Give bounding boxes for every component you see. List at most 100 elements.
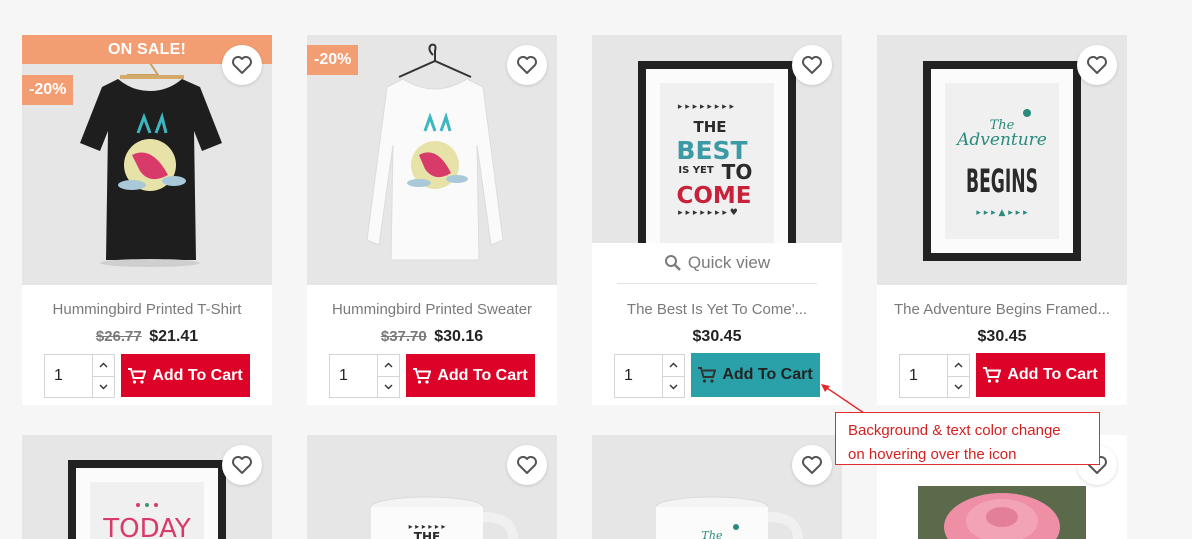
quantity-increase-button[interactable] [378, 355, 399, 377]
quantity-field[interactable]: 1 [900, 355, 948, 397]
product-price: $30.45 [692, 328, 742, 345]
add-to-cart-label: Add To Cart [437, 366, 528, 384]
product-card: -20% Hummingbird Printed Sweater $37.70 … [307, 35, 557, 405]
product-card: ▸ ▸ ▸ ▸ ▸ ▸ THE [307, 435, 557, 539]
svg-text:▸ ▸ ▸ ▸ ▸ ▸ ▸ ♥: ▸ ▸ ▸ ▸ ▸ ▸ ▸ ♥ [678, 208, 738, 218]
product-info: The Adventure Begins Framed... $30.45 1 … [877, 285, 1127, 405]
regular-price: $37.70 [380, 328, 427, 345]
quantity-decrease-button[interactable] [378, 377, 399, 398]
poster-text: THE [693, 118, 726, 136]
chevron-down-icon [669, 384, 678, 390]
product-card: ON SALE! -20% Hummingbird Printed T-Shir… [22, 35, 272, 405]
quantity-field[interactable]: 1 [615, 355, 663, 397]
poster-text: BEGINS [966, 162, 1038, 200]
heart-icon [232, 456, 252, 474]
add-to-cart-button[interactable]: Add To Cart [406, 354, 535, 397]
add-to-cart-button[interactable]: Add To Cart [976, 353, 1105, 397]
annotation-callout: Background & text color change on hoveri… [835, 412, 1100, 465]
svg-text:▸ ▸ ▸ ▸ ▸ ▸ ▸ ▸: ▸ ▸ ▸ ▸ ▸ ▸ ▸ ▸ [678, 102, 735, 112]
wishlist-button[interactable] [507, 445, 547, 485]
chevron-down-icon [954, 384, 963, 390]
chevron-up-icon [669, 362, 678, 368]
poster-text: Adventure [955, 130, 1047, 150]
quantity-decrease-button[interactable] [948, 377, 969, 398]
product-card: TODAY [22, 435, 272, 539]
quantity-decrease-button[interactable] [93, 377, 114, 398]
chevron-up-icon [384, 362, 393, 368]
quantity-field[interactable]: 1 [45, 355, 93, 397]
product-price: $30.16 [434, 328, 484, 345]
product-info: Quick view The Best Is Yet To Come'... $… [592, 243, 842, 405]
product-info: Hummingbird Printed Sweater $37.70 $30.1… [307, 285, 557, 405]
discount-badge: -20% [307, 45, 359, 75]
quantity-spinner [377, 355, 399, 397]
product-prices: $30.45 [877, 328, 1127, 346]
poster-text: TODAY [102, 514, 191, 539]
quick-view-inner: Quick view [617, 243, 817, 284]
wishlist-button[interactable] [222, 45, 262, 85]
heart-icon [802, 56, 822, 74]
quantity-spinner [947, 355, 969, 397]
chevron-up-icon [954, 362, 963, 368]
product-name[interactable]: The Best Is Yet To Come'... [592, 301, 842, 318]
product-info: Hummingbird Printed T-Shirt $26.77 $21.4… [22, 285, 272, 405]
svg-text:▸ ▸ ▸ ▲ ▸ ▸ ▸: ▸ ▸ ▸ ▲ ▸ ▸ ▸ [976, 208, 1028, 218]
poster-text: IS YET [678, 165, 713, 176]
product-image[interactable]: The Adventure BEGINS ▸ ▸ ▸ ▲ ▸ ▸ ▸ [877, 35, 1127, 285]
wishlist-button[interactable] [792, 45, 832, 85]
quantity-increase-button[interactable] [663, 355, 684, 377]
heart-icon [517, 56, 537, 74]
quantity-increase-button[interactable] [93, 355, 114, 377]
product-name[interactable]: The Adventure Begins Framed... [877, 301, 1127, 318]
quantity-decrease-button[interactable] [663, 377, 684, 398]
product-card: ▸ ▸ ▸ ▸ ▸ ▸ ▸ ▸ THE BEST IS YET TO COME … [592, 35, 842, 405]
chevron-up-icon [99, 362, 108, 368]
annotation-line: Background & text color change [848, 422, 1061, 439]
add-to-cart-label: Add To Cart [722, 366, 813, 383]
poster-text: TO [722, 160, 753, 184]
product-image[interactable]: ▸ ▸ ▸ ▸ ▸ ▸ THE [307, 435, 557, 539]
cart-icon [413, 367, 432, 384]
wishlist-button[interactable] [222, 445, 262, 485]
product-card: The Adventure BEGINS ▸ ▸ ▸ ▲ ▸ ▸ ▸ The A… [877, 35, 1127, 405]
product-prices: $37.70 $30.16 [307, 328, 557, 346]
quantity-field[interactable]: 1 [330, 355, 378, 397]
heart-icon [802, 456, 822, 474]
heart-icon [232, 56, 252, 74]
quantity-stepper[interactable]: 1 [329, 354, 400, 398]
add-to-cart-button[interactable]: Add To Cart [121, 354, 250, 397]
chevron-down-icon [99, 384, 108, 390]
product-price: $21.41 [149, 328, 199, 345]
wishlist-button[interactable] [792, 445, 832, 485]
add-to-cart-label: Add To Cart [1007, 366, 1098, 383]
quick-view-button[interactable]: Quick view [592, 243, 842, 285]
search-icon [664, 255, 681, 271]
add-to-cart-label: Add To Cart [152, 366, 243, 384]
cart-icon [128, 367, 147, 384]
product-image[interactable]: TODAY [22, 435, 272, 539]
heart-icon [1087, 56, 1107, 74]
quantity-spinner [92, 355, 114, 397]
product-image[interactable]: ON SALE! -20% [22, 35, 272, 285]
chevron-down-icon [384, 384, 393, 390]
poster-text: COME [676, 183, 751, 209]
product-name[interactable]: Hummingbird Printed T-Shirt [22, 301, 272, 318]
regular-price: $26.77 [95, 328, 142, 345]
poster-text: THE [414, 530, 440, 539]
product-image[interactable]: -20% [307, 35, 557, 285]
add-to-cart-button[interactable]: Add To Cart [691, 353, 820, 397]
product-prices: $30.45 [592, 328, 842, 346]
quantity-stepper[interactable]: 1 [614, 354, 685, 398]
quantity-stepper[interactable]: 1 [899, 354, 970, 398]
quantity-increase-button[interactable] [948, 355, 969, 377]
cart-icon [698, 367, 717, 383]
quick-view-label: Quick view [687, 253, 771, 272]
poster-text: The [702, 529, 723, 539]
cart-icon [983, 367, 1002, 383]
wishlist-button[interactable] [1077, 45, 1117, 85]
wishlist-button[interactable] [507, 45, 547, 85]
quantity-stepper[interactable]: 1 [44, 354, 115, 398]
product-image[interactable]: The [592, 435, 842, 539]
product-name[interactable]: Hummingbird Printed Sweater [307, 301, 557, 318]
product-card: The [592, 435, 842, 539]
